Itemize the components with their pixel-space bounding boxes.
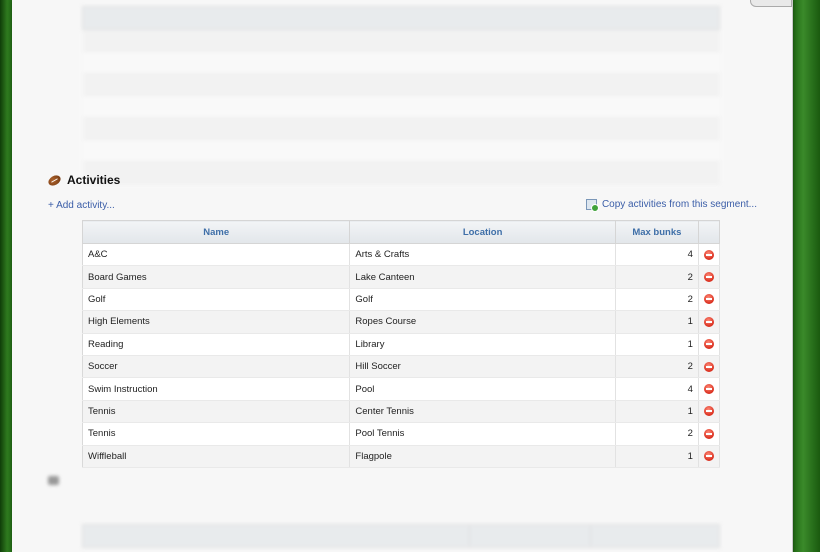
- remove-cell: [698, 377, 721, 401]
- window-corner-tab: [750, 0, 792, 7]
- remove-cell: [698, 333, 721, 356]
- remove-icon[interactable]: [703, 272, 714, 283]
- remove-cell: [698, 265, 721, 289]
- table-row[interactable]: Tennis Pool Tennis 2: [82, 422, 721, 446]
- remove-cell: [698, 422, 721, 446]
- remove-icon[interactable]: [703, 428, 714, 439]
- column-header-max-bunks[interactable]: Max bunks: [614, 220, 699, 244]
- table-row[interactable]: Board Games Lake Canteen 2: [82, 265, 721, 289]
- football-icon: [46, 172, 63, 188]
- activity-location-cell[interactable]: Arts & Crafts: [349, 243, 616, 267]
- right-background: [792, 0, 820, 552]
- lower-table: [82, 524, 721, 548]
- table-row: [82, 139, 720, 162]
- activity-location-cell[interactable]: Pool Tennis: [349, 422, 616, 446]
- lower-table-header-3: [589, 524, 721, 548]
- activity-location-cell[interactable]: Hill Soccer: [349, 355, 616, 379]
- remove-cell: [698, 445, 721, 468]
- remove-icon[interactable]: [703, 451, 714, 462]
- column-header-name[interactable]: Name: [81, 220, 351, 244]
- activity-location-cell[interactable]: Golf: [349, 288, 616, 312]
- remove-icon[interactable]: [703, 384, 714, 395]
- remove-cell: [698, 355, 721, 379]
- left-background: [0, 0, 12, 552]
- activity-max-bunks-cell[interactable]: 1: [615, 333, 699, 356]
- table-row: [82, 73, 720, 96]
- remove-icon[interactable]: [703, 249, 714, 260]
- column-header-actions: [697, 220, 721, 244]
- remove-icon[interactable]: [703, 316, 714, 327]
- activity-max-bunks-cell[interactable]: 4: [615, 377, 699, 401]
- activity-location-cell[interactable]: Ropes Course: [349, 310, 616, 334]
- table-row[interactable]: Wiffleball Flagpole 1: [82, 445, 721, 468]
- remove-cell: [698, 243, 721, 267]
- activity-max-bunks-cell[interactable]: 1: [615, 400, 699, 424]
- upper-table: [82, 6, 720, 184]
- table-row[interactable]: Golf Golf 2: [82, 288, 721, 312]
- remove-cell: [698, 400, 721, 424]
- activity-location-cell[interactable]: Library: [349, 333, 616, 356]
- table-row[interactable]: A&C Arts & Crafts 4: [82, 243, 721, 267]
- table-row: [82, 95, 720, 118]
- activity-max-bunks-cell[interactable]: 2: [615, 355, 699, 379]
- table-row: [82, 161, 720, 184]
- lower-table-header-1: [82, 524, 470, 548]
- section-icon: [48, 476, 59, 485]
- activity-location-cell[interactable]: Center Tennis: [349, 400, 616, 424]
- table-row[interactable]: Swim Instruction Pool 4: [82, 377, 721, 401]
- activities-title: Activities: [67, 173, 121, 187]
- table-row[interactable]: High Elements Ropes Course 1: [82, 310, 721, 334]
- activity-name-cell[interactable]: Board Games: [82, 265, 351, 289]
- remove-cell: [698, 288, 721, 312]
- upper-table-header: [82, 6, 720, 30]
- activity-max-bunks-cell[interactable]: 2: [615, 265, 699, 289]
- activity-max-bunks-cell[interactable]: 1: [615, 445, 699, 468]
- copy-activities-label[interactable]: Copy activities from this segment...: [602, 199, 757, 210]
- activity-max-bunks-cell[interactable]: 2: [615, 288, 699, 312]
- remove-icon[interactable]: [703, 339, 714, 350]
- activities-table-header: Name Location Max bunks: [81, 220, 721, 244]
- activity-max-bunks-cell[interactable]: 4: [615, 243, 699, 267]
- activity-name-cell[interactable]: Wiffleball: [82, 445, 351, 468]
- activity-name-cell[interactable]: Reading: [82, 333, 351, 356]
- activity-name-cell[interactable]: Soccer: [82, 355, 351, 379]
- activity-name-cell[interactable]: Tennis: [82, 400, 351, 424]
- add-activity-link[interactable]: + Add activity...: [48, 200, 115, 211]
- column-header-location[interactable]: Location: [349, 220, 616, 244]
- remove-icon[interactable]: [703, 294, 714, 305]
- table-row: [82, 51, 720, 74]
- activity-name-cell[interactable]: Golf: [82, 288, 351, 312]
- activities-table: Name Location Max bunks A&C Arts & Crafts…: [81, 220, 721, 468]
- copy-segment-icon: [585, 199, 599, 212]
- activity-max-bunks-cell[interactable]: 1: [615, 310, 699, 334]
- lower-section-heading: [48, 476, 65, 485]
- table-row[interactable]: Reading Library 1: [82, 333, 721, 356]
- activity-name-cell[interactable]: A&C: [82, 243, 351, 267]
- activities-table-body: A&C Arts & Crafts 4 Board Games Lake Canteen…: [82, 243, 721, 468]
- activity-name-cell[interactable]: Tennis: [82, 422, 351, 446]
- activity-location-cell[interactable]: Flagpole: [349, 445, 616, 468]
- remove-cell: [698, 310, 721, 334]
- page-content: Activities + Add activity... Copy activi…: [12, 0, 793, 552]
- table-row[interactable]: Soccer Hill Soccer 2: [82, 355, 721, 379]
- lower-table-header-2: [468, 524, 591, 548]
- activity-name-cell[interactable]: Swim Instruction: [82, 377, 351, 401]
- table-row: [82, 117, 720, 140]
- copy-activities-link[interactable]: Copy activities from this segment...: [585, 199, 757, 212]
- remove-icon[interactable]: [703, 361, 714, 372]
- activity-location-cell[interactable]: Pool: [349, 377, 616, 401]
- table-row: [82, 29, 720, 52]
- activity-max-bunks-cell[interactable]: 2: [615, 422, 699, 446]
- activity-name-cell[interactable]: High Elements: [82, 310, 351, 334]
- activity-location-cell[interactable]: Lake Canteen: [349, 265, 616, 289]
- table-row[interactable]: Tennis Center Tennis 1: [82, 400, 721, 424]
- activities-heading: Activities: [46, 171, 121, 189]
- remove-icon[interactable]: [703, 406, 714, 417]
